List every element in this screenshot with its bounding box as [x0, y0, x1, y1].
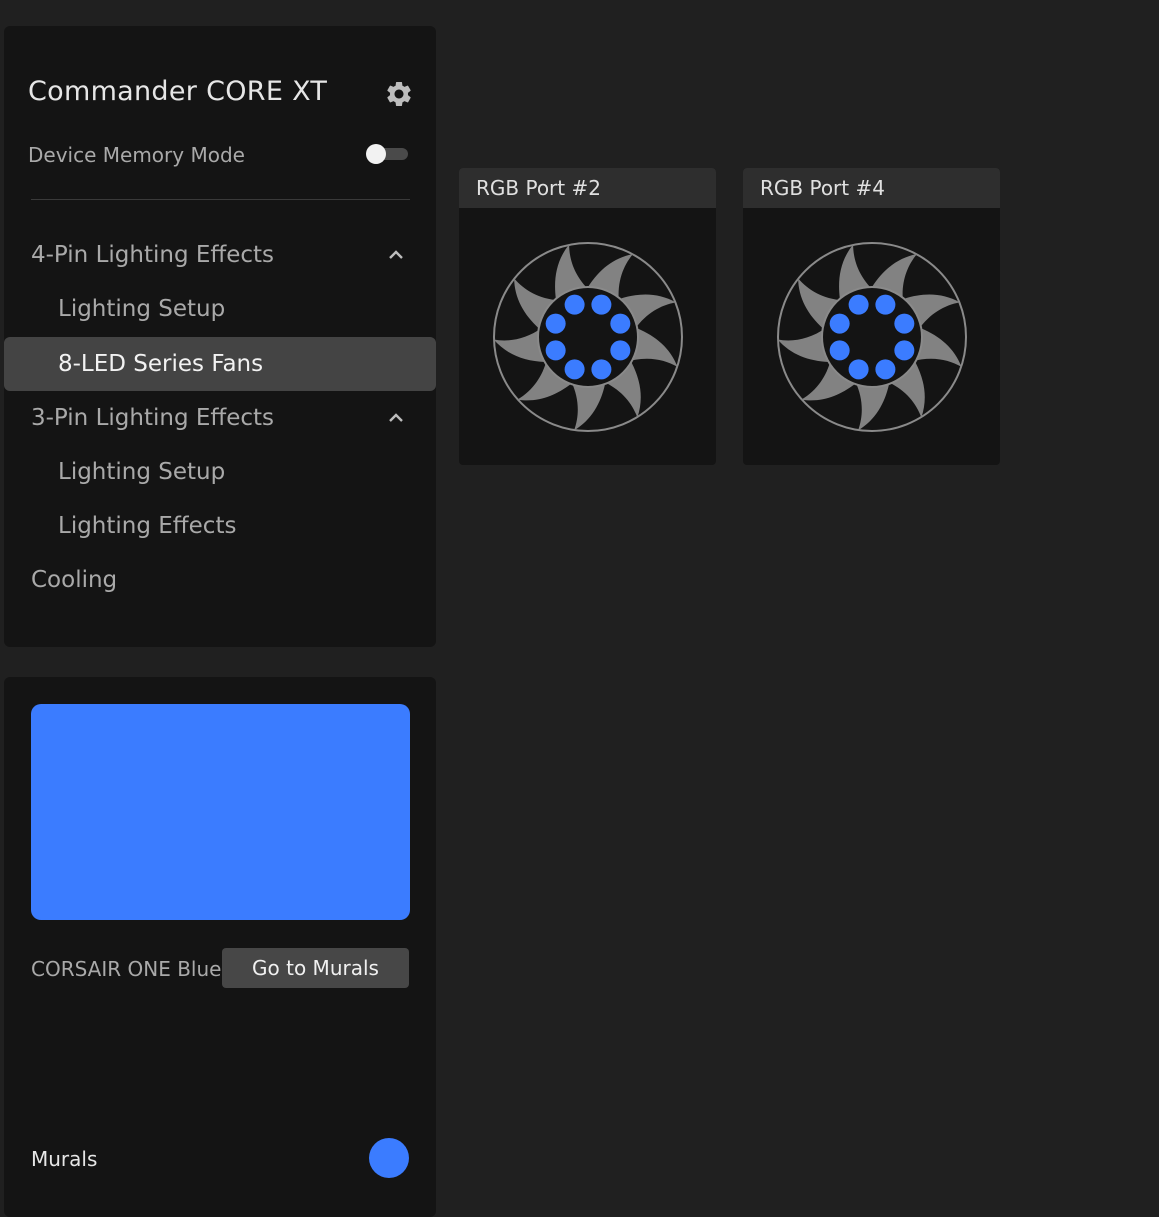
toggle-knob	[366, 144, 386, 164]
nav-8-led-series-fans[interactable]: 8-LED Series Fans	[4, 337, 436, 391]
led-dot	[545, 313, 566, 334]
led-dot	[894, 340, 915, 361]
nav-item-label: Cooling	[31, 567, 118, 593]
go-to-murals-button[interactable]: Go to Murals	[222, 948, 409, 988]
port-card-rgb-2[interactable]: RGB Port #2	[459, 168, 716, 465]
nav-item-label: 4-Pin Lighting Effects	[31, 242, 275, 268]
nav-item-label: 3-Pin Lighting Effects	[31, 405, 275, 431]
gear-icon[interactable]	[384, 79, 414, 109]
nav-item-label: Lighting Setup	[58, 296, 226, 322]
color-name: CORSAIR ONE Blue	[31, 957, 222, 981]
color-panel: CORSAIR ONE Blue Go to Murals Murals	[4, 677, 436, 1217]
led-dot	[591, 359, 612, 380]
nav-3pin-lighting-effects[interactable]: 3-Pin Lighting Effects	[4, 391, 436, 445]
nav-item-label: 8-LED Series Fans	[58, 351, 264, 377]
device-memory-mode-label: Device Memory Mode	[28, 143, 245, 167]
led-dot	[545, 340, 566, 361]
device-panel: Commander CORE XT Device Memory Mode 4-P…	[4, 26, 436, 647]
led-dot	[564, 359, 585, 380]
device-title: Commander CORE XT	[28, 76, 328, 107]
port-label: RGB Port #4	[760, 176, 885, 200]
color-swatch[interactable]	[31, 704, 410, 920]
nav-item-label: Lighting Effects	[58, 513, 237, 539]
device-memory-mode-toggle[interactable]	[366, 144, 408, 164]
led-dot	[610, 313, 631, 334]
port-card-header: RGB Port #4	[743, 168, 1000, 208]
led-dot	[875, 359, 896, 380]
nav-cooling[interactable]: Cooling	[4, 553, 436, 607]
nav-lighting-setup-3pin[interactable]: Lighting Setup	[4, 445, 436, 499]
chevron-up-icon[interactable]	[386, 245, 406, 265]
led-dot	[894, 313, 915, 334]
led-dot	[848, 294, 869, 315]
divider	[31, 199, 410, 200]
led-dot	[564, 294, 585, 315]
led-dot	[591, 294, 612, 315]
murals-label: Murals	[31, 1147, 98, 1171]
nav-4pin-lighting-effects[interactable]: 4-Pin Lighting Effects	[4, 228, 436, 282]
nav-lighting-setup-4pin[interactable]: Lighting Setup	[4, 282, 436, 336]
led-dot	[829, 313, 850, 334]
fan-icon	[777, 242, 967, 432]
led-dot	[610, 340, 631, 361]
port-card-header: RGB Port #2	[459, 168, 716, 208]
fan-hub	[821, 286, 923, 388]
fan-icon	[493, 242, 683, 432]
nav-lighting-effects[interactable]: Lighting Effects	[4, 499, 436, 553]
led-dot	[829, 340, 850, 361]
led-dot	[875, 294, 896, 315]
murals-color-indicator[interactable]	[369, 1138, 409, 1178]
port-card-rgb-4[interactable]: RGB Port #4	[743, 168, 1000, 465]
fan-hub	[537, 286, 639, 388]
chevron-up-icon[interactable]	[386, 408, 406, 428]
nav-item-label: Lighting Setup	[58, 459, 226, 485]
led-dot	[848, 359, 869, 380]
port-label: RGB Port #2	[476, 176, 601, 200]
